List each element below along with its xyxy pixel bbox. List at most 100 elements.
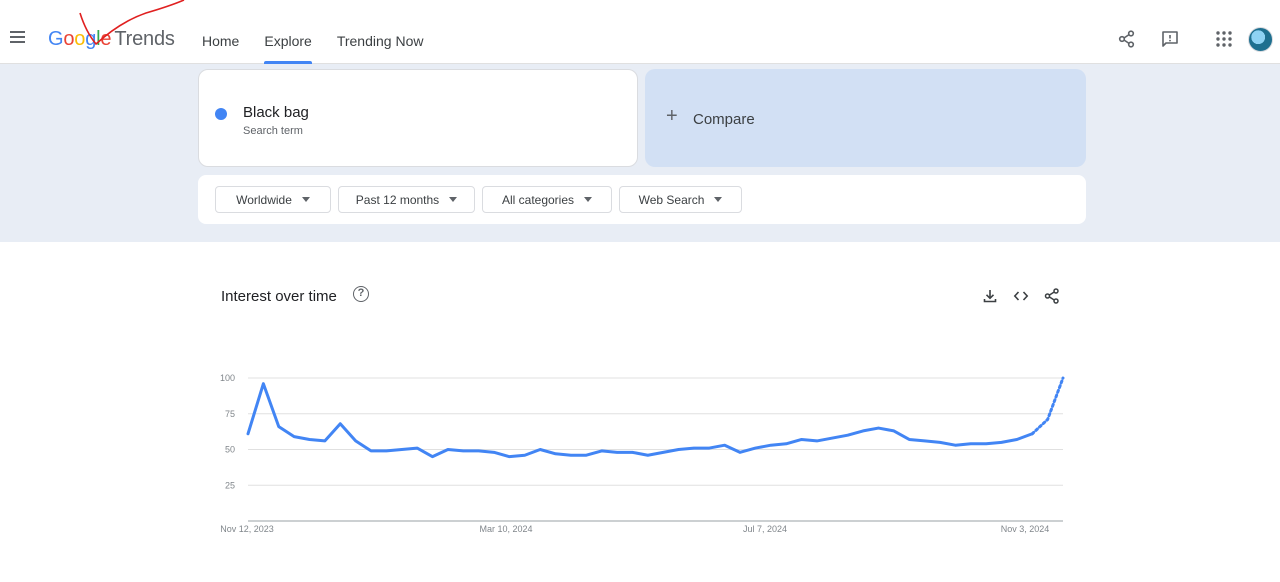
compare-button[interactable]: + Compare [645,69,1086,167]
plus-icon: + [666,105,678,127]
data-point [462,450,464,452]
category-dropdown[interactable]: All categories [482,186,612,213]
data-point [324,440,326,442]
region-dropdown[interactable]: Worldwide [215,186,331,213]
data-point [447,449,449,450]
data-point [939,441,941,443]
y-tick-label: 100 [220,373,235,383]
data-point [432,456,434,458]
filters-bar: Worldwide Past 12 months All categories … [198,175,1086,224]
data-point [278,426,280,428]
x-tick-label: Nov 3, 2024 [1001,524,1050,534]
data-point [801,438,803,440]
search-term-type: Search term [243,125,303,137]
nav-home[interactable]: Home [202,33,239,64]
y-tick-label: 50 [225,445,235,455]
category-value: All categories [501,192,575,207]
data-point [385,450,387,452]
data-point [247,433,249,435]
data-point [739,451,741,453]
caret-down-icon [584,197,593,202]
x-tick-label: Jul 7, 2024 [743,524,787,534]
data-point [754,447,756,449]
data-point [847,434,849,436]
data-point [570,454,572,456]
data-point [478,450,480,452]
account-avatar[interactable] [1248,27,1273,52]
caret-down-icon [714,197,723,202]
data-point [1047,418,1049,420]
data-point [339,423,341,425]
interest-line-chart[interactable]: 100 75 50 25 Nov 12, 2023 Mar 10, 2024 Jul 7,… [198,262,1086,563]
search-term-name[interactable]: Black bag [243,104,309,121]
data-point [1016,438,1018,440]
nav-trending-now[interactable]: Trending Now [337,33,424,64]
data-point [662,451,664,453]
data-point [555,453,557,455]
data-point [1031,433,1033,435]
data-point [616,451,618,453]
data-point [908,438,910,440]
data-point [708,447,710,449]
search-term-card[interactable]: Black bag Search term [198,69,638,167]
data-point [862,430,864,432]
apps-icon[interactable] [1215,30,1233,48]
data-point [293,436,295,438]
menu-icon[interactable] [10,31,26,47]
data-point [816,440,818,442]
term-color-dot [215,108,227,120]
feedback-icon[interactable] [1161,30,1179,48]
top-app-bar: Google Trends Home Explore Trending Now [0,0,1280,64]
data-point [508,456,510,458]
data-point [524,454,526,456]
series-partial-line [1030,376,1065,436]
google-trends-logo[interactable]: Google Trends [48,28,175,51]
data-point [954,444,956,446]
data-point [770,444,772,446]
compare-label: Compare [693,111,755,128]
data-point [678,449,680,450]
time-range-value: Past 12 months [355,192,440,207]
y-tick-label: 75 [225,409,235,419]
x-tick-label: Nov 12, 2023 [220,524,274,534]
data-point [877,427,879,429]
data-point [309,438,311,440]
y-tick-label: 25 [225,480,235,490]
search-type-dropdown[interactable]: Web Search [619,186,742,213]
data-point [493,451,495,453]
data-point [585,454,587,456]
data-point [370,450,372,452]
main-nav: Home Explore Trending Now [202,33,448,64]
data-point [631,451,633,453]
data-point [924,440,926,442]
data-point [893,430,895,432]
x-axis-ticks: Nov 12, 2023 Mar 10, 2024 Jul 7, 2024 Nov 3… [220,524,1049,534]
data-point [970,443,972,445]
data-point [831,437,833,439]
data-point [401,449,403,450]
x-tick-label: Mar 10, 2024 [479,524,532,534]
chart-series [246,376,1065,459]
series-line-black-bag [246,382,1034,459]
data-point [724,444,726,446]
data-point [985,443,987,445]
time-range-dropdown[interactable]: Past 12 months [338,186,475,213]
region-value: Worldwide [236,192,292,207]
data-point [1062,377,1064,379]
data-point [601,450,603,452]
data-point [647,454,649,456]
data-point [355,440,357,442]
share-icon[interactable] [1118,30,1136,48]
y-axis-ticks: 100 75 50 25 [220,373,235,490]
data-point [693,447,695,449]
search-type-value: Web Search [638,192,705,207]
caret-down-icon [449,197,458,202]
data-point [539,449,541,450]
nav-explore[interactable]: Explore [264,33,313,64]
interest-over-time-card: Interest over time ? 100 75 50 25 Nov 12, 2… [198,262,1086,582]
data-point [1000,441,1002,443]
data-point [262,383,264,385]
data-point [785,443,787,445]
caret-down-icon [301,197,310,202]
data-point [416,447,418,449]
